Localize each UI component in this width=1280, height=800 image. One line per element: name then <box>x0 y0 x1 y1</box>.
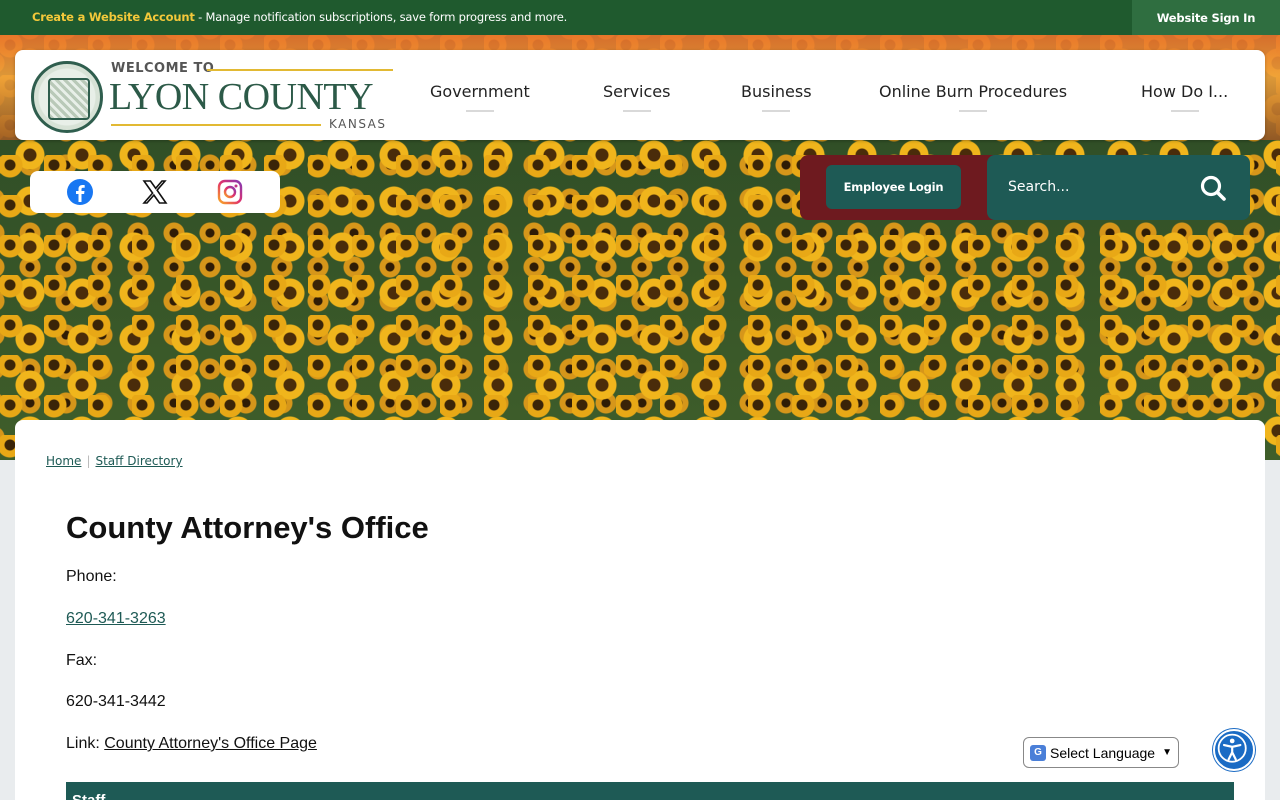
nav-item-services[interactable]: Services <box>603 82 670 101</box>
fax-number: 620-341-3442 <box>66 693 166 710</box>
x-twitter-icon[interactable] <box>141 178 169 206</box>
breadcrumb-home[interactable]: Home <box>46 454 81 468</box>
website-sign-in-button[interactable]: Website Sign In <box>1132 0 1280 35</box>
language-select-label: Select Language <box>1050 744 1156 761</box>
site-logo[interactable]: WELCOME TO LYON COUNTY KANSAS <box>29 59 395 133</box>
notification-bar: Create a Website Account - Manage notifi… <box>0 0 1280 35</box>
facebook-icon[interactable] <box>66 178 94 206</box>
search-box[interactable]: Search... <box>987 155 1250 220</box>
fax-label: Fax: <box>66 652 98 669</box>
page-title: County Attorney's Office <box>66 510 429 545</box>
account-message-text: - Manage notification subscriptions, sav… <box>194 10 568 24</box>
breadcrumb: Home | Staff Directory <box>46 454 183 468</box>
employee-login-button[interactable]: Employee Login <box>826 165 961 209</box>
phone-label: Phone: <box>66 568 117 585</box>
social-links <box>30 171 280 213</box>
phone-link[interactable]: 620-341-3263 <box>66 610 166 627</box>
logo-welcome-text: WELCOME TO <box>111 61 215 76</box>
search-icon[interactable] <box>1199 174 1227 202</box>
county-seal-icon <box>31 61 103 133</box>
search-input[interactable]: Search... <box>1008 179 1069 195</box>
site-header: WELCOME TO LYON COUNTY KANSAS Government… <box>15 50 1265 140</box>
create-account-link[interactable]: Create a Website Account <box>32 10 195 24</box>
breadcrumb-staff-directory[interactable]: Staff Directory <box>95 454 182 468</box>
nav-item-government[interactable]: Government <box>430 82 530 101</box>
chevron-down-icon: ▼ <box>1162 747 1172 758</box>
main-nav: Government Services Business Online Burn… <box>395 50 1255 140</box>
instagram-icon[interactable] <box>216 178 244 206</box>
logo-state-name: KANSAS <box>329 117 387 131</box>
logo-county-name: LYON COUNTY <box>109 76 374 118</box>
google-translate-icon: G <box>1030 744 1046 761</box>
link-label: Link: <box>66 735 100 752</box>
nav-item-business[interactable]: Business <box>741 82 812 101</box>
logo-rule <box>207 69 393 71</box>
accessibility-button[interactable] <box>1213 729 1255 771</box>
nav-item-online-burn-procedures[interactable]: Online Burn Procedures <box>879 82 1067 101</box>
employee-login-panel: Employee Login <box>800 155 1000 220</box>
logo-rule <box>111 124 321 126</box>
accessibility-icon <box>1217 733 1247 763</box>
breadcrumb-separator: | <box>86 454 91 468</box>
department-page-link[interactable]: County Attorney's Office Page <box>104 735 317 752</box>
nav-item-how-do-i[interactable]: How Do I... <box>1141 82 1228 101</box>
language-select[interactable]: G Select Language ▼ <box>1023 737 1179 768</box>
staff-table-header: Staff <box>66 782 1234 800</box>
account-message: Create a Website Account - Manage notifi… <box>32 10 567 24</box>
